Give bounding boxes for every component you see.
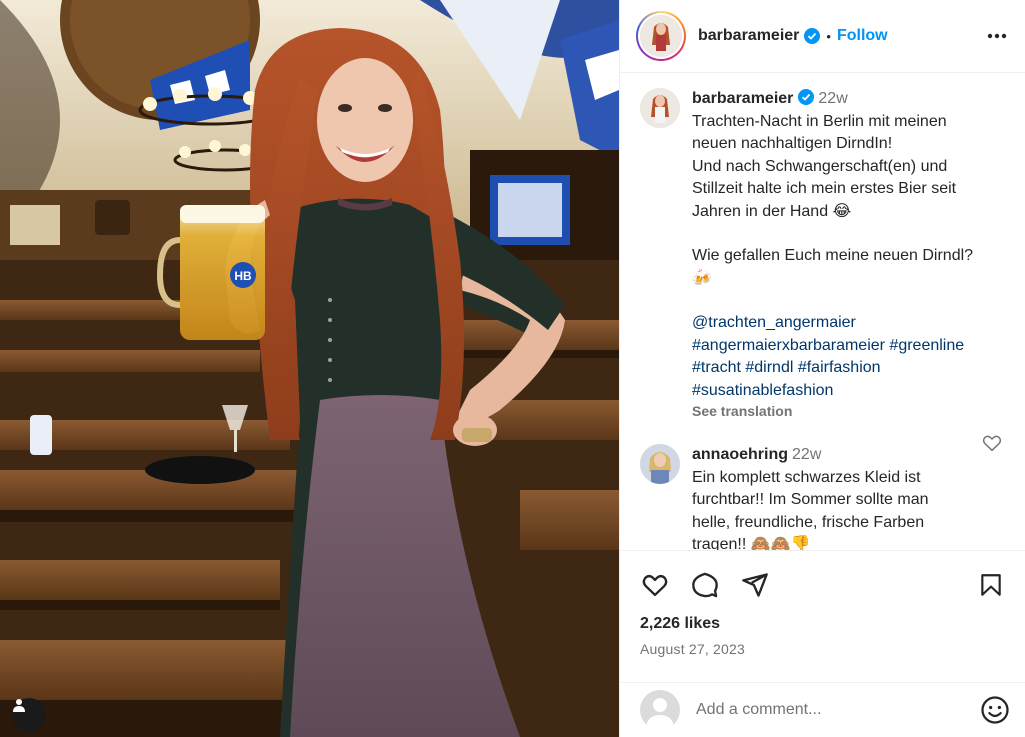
heart-icon (642, 574, 668, 597)
comment-text-line: furchtbar!! Im Sommer sollte man (692, 491, 929, 508)
caption-text-line: 🍻 (692, 269, 712, 287)
caption: barbarameier 22w Trachten-Nacht in Berlin… (640, 88, 1010, 420)
comment-item: annaoehring 22w Ein komplett schwarzes Kl… (640, 444, 1010, 550)
follow-button[interactable]: Follow (837, 27, 888, 45)
add-comment-input[interactable] (696, 701, 966, 719)
hashtag-link[interactable]: #angermaierxbarbarameier #greenline (692, 335, 1010, 358)
comment-button[interactable] (690, 570, 720, 600)
comment-body: annaoehring 22w Ein komplett schwarzes Kl… (692, 444, 1010, 550)
verified-badge-icon (804, 28, 821, 44)
comment-text-line: helle, freundliche, frische Farben (692, 513, 925, 531)
share-icon (742, 573, 768, 597)
current-user-avatar (640, 690, 680, 730)
author-avatar[interactable] (636, 11, 686, 61)
more-options-button[interactable] (985, 24, 1009, 48)
commenter-username[interactable]: annaoehring (692, 446, 788, 463)
post-date[interactable]: August 27, 2023 (640, 641, 1006, 657)
author-username[interactable]: barbarameier (698, 27, 799, 45)
comments-scroll-area[interactable]: barbarameier 22w Trachten-Nacht in Berlin… (620, 74, 1025, 550)
user-tag-icon (13, 699, 25, 712)
save-button[interactable] (976, 570, 1006, 600)
likes-count[interactable]: 2,226 likes (640, 615, 1006, 633)
photo-illustration: HB (0, 0, 619, 737)
avatar-picture (640, 15, 682, 57)
emoji-icon[interactable] (980, 695, 1010, 725)
caption-text-line: Jahren in der Hand 😂 (692, 202, 852, 220)
caption-avatar[interactable] (640, 88, 680, 128)
mention-link[interactable]: @trachten_angermaier (692, 312, 1010, 335)
comment-icon (692, 572, 718, 598)
post-actions: 2,226 likes August 27, 2023 (620, 550, 1025, 657)
share-button[interactable] (740, 570, 770, 600)
commenter-avatar[interactable] (640, 444, 680, 484)
caption-text-line: Und nach Schwangerschaft(en) und (692, 157, 948, 175)
like-button[interactable] (640, 570, 670, 600)
caption-text-line: Wie gefallen Euch meine neuen Dirndl? (692, 247, 974, 264)
default-avatar-icon (646, 698, 674, 730)
bookmark-icon (981, 574, 1001, 596)
see-translation-button[interactable]: See translation (692, 402, 1010, 420)
hashtag-link[interactable]: #susatinablefashion (692, 380, 1010, 403)
add-comment-bar (620, 682, 1025, 737)
separator-dot: • (826, 28, 831, 44)
comment-time[interactable]: 22w (792, 446, 821, 463)
more-options-icon (987, 33, 1007, 39)
hashtag-link[interactable]: #tracht #dirndl #fairfashion (692, 357, 1010, 380)
svg-text:HB: HB (234, 269, 252, 283)
commenter-avatar-picture (640, 444, 680, 484)
post-side-panel: barbarameier • Follow barbarameier 22w T… (619, 0, 1025, 737)
caption-time[interactable]: 22w (818, 90, 847, 107)
comment-text-line: Ein komplett schwarzes Kleid ist (692, 468, 921, 486)
caption-text-line: neuen nachhaltigen DirndIn! (692, 135, 893, 152)
post-photo[interactable]: HB (0, 0, 619, 737)
caption-text-line: Trachten-Nacht in Berlin mit meinen (692, 112, 947, 130)
caption-text-line: Stillzeit halte ich mein erstes Bier sei… (692, 180, 957, 197)
caption-username[interactable]: barbarameier (692, 90, 793, 107)
comment-text-line: tragen!! 🙈🙈👎 (692, 536, 811, 550)
post-header: barbarameier • Follow (620, 0, 1025, 73)
caption-avatar-picture (640, 88, 680, 128)
user-tag-button[interactable] (12, 698, 46, 732)
verified-badge-icon (798, 89, 815, 105)
action-icons-bar (640, 567, 1006, 603)
caption-body: barbarameier 22w Trachten-Nacht in Berlin… (692, 88, 1010, 420)
comment-like-heart-icon[interactable] (981, 432, 1003, 454)
